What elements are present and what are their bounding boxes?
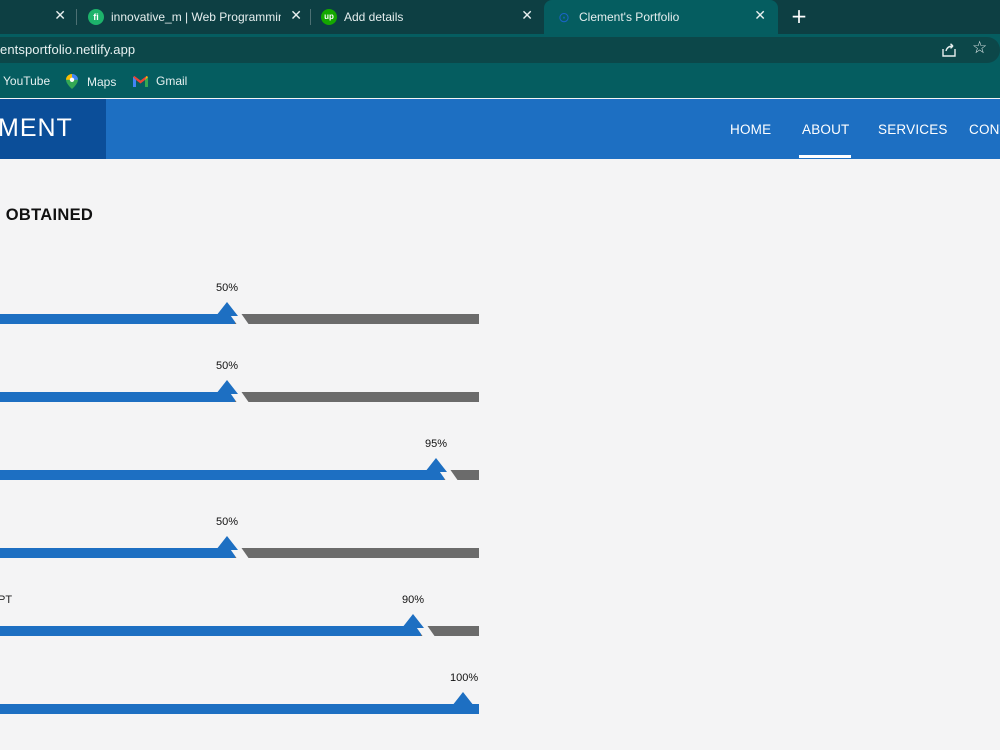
skill-fill — [0, 548, 235, 558]
skill-marker-triangle — [402, 614, 424, 628]
skill-fill — [0, 470, 444, 480]
portfolio-favicon-icon: ⊙ — [558, 9, 570, 25]
skill-marker-triangle — [216, 536, 238, 550]
bookmark-maps-label: Maps — [87, 74, 117, 89]
nav-active-underline — [799, 155, 851, 158]
tab-clements-portfolio[interactable]: ⊙ Clement's Portfolio ✕ — [544, 0, 778, 34]
bookmark-youtube-label: YouTube — [3, 74, 51, 88]
bookmarks-bar: YouTube Maps Gmail — [0, 65, 1000, 98]
skill-bar: 100% — [0, 672, 480, 720]
nav-home[interactable]: HOME — [730, 122, 771, 137]
skill-bar: 50% — [0, 360, 480, 408]
skill-fill — [0, 314, 235, 324]
skill-bar: 50% — [0, 282, 480, 330]
maps-pin-icon — [66, 74, 78, 89]
tab-innovative[interactable]: fi innovative_m | Web Programming ✕ — [88, 0, 310, 34]
browser-tab-bar: ✕ fi innovative_m | Web Programming ✕ up… — [0, 0, 1000, 34]
omnibox[interactable]: entsportfolio.netlify.app ☆ — [0, 37, 1000, 63]
skill-marker-triangle — [216, 302, 238, 316]
tab-innovative-label: innovative_m | Web Programming — [111, 10, 281, 24]
tab-separator — [310, 9, 311, 25]
share-icon[interactable] — [941, 43, 957, 57]
skill-bar: 50% — [0, 516, 480, 564]
skill-fill — [0, 392, 235, 402]
skill-bar: 90% PT — [0, 594, 480, 642]
skill-bar: 95% — [0, 438, 480, 486]
bookmark-gmail-label: Gmail — [156, 74, 188, 88]
skill-marker-triangle — [216, 380, 238, 394]
logo-box[interactable]: MENT — [0, 99, 106, 159]
site-logo[interactable]: MENT — [0, 114, 73, 143]
fiverr-icon: fi — [88, 9, 104, 25]
nav-contact[interactable]: CONT — [969, 122, 1000, 137]
gmail-icon — [133, 75, 148, 87]
tab-clements-portfolio-close-icon[interactable]: ✕ — [754, 7, 766, 24]
tab-clements-portfolio-label: Clement's Portfolio — [579, 10, 680, 24]
address-bar-strip: entsportfolio.netlify.app ☆ — [0, 34, 1000, 65]
tab-0-close-icon[interactable]: ✕ — [54, 7, 66, 24]
url-text[interactable]: entsportfolio.netlify.app — [0, 42, 135, 57]
skill-name: PT — [0, 594, 13, 606]
skill-percent-label: 50% — [216, 282, 239, 294]
nav-about[interactable]: ABOUT — [802, 122, 850, 137]
new-tab-plus-icon[interactable]: + — [788, 4, 810, 28]
skill-percent-label: 50% — [216, 516, 239, 528]
site-header: MENT HOME ABOUT SERVICES CONT — [0, 99, 1000, 159]
skill-marker-triangle — [425, 458, 447, 472]
tab-add-details[interactable]: up Add details ✕ — [321, 0, 543, 34]
nav-services[interactable]: SERVICES — [878, 122, 948, 137]
skill-percent-label: 90% — [402, 594, 425, 606]
skill-percent-label: 100% — [450, 672, 479, 684]
bookmark-star-icon[interactable]: ☆ — [972, 38, 987, 58]
skill-marker-triangle — [452, 692, 474, 706]
tab-add-details-close-icon[interactable]: ✕ — [521, 7, 533, 24]
skill-fill — [0, 704, 479, 714]
tab-separator — [76, 9, 77, 25]
tab-0[interactable]: ✕ — [0, 0, 76, 34]
tab-add-details-label: Add details — [344, 10, 404, 24]
skill-fill — [0, 626, 421, 636]
skill-percent-label: 50% — [216, 360, 239, 372]
tab-innovative-close-icon[interactable]: ✕ — [290, 7, 302, 24]
skill-percent-label: 95% — [425, 438, 448, 450]
bookmark-maps[interactable]: Maps — [66, 74, 116, 89]
bookmark-gmail[interactable]: Gmail — [133, 74, 187, 88]
upwork-icon: up — [321, 9, 337, 25]
section-title: I OBTAINED — [0, 206, 94, 224]
bookmark-youtube[interactable]: YouTube — [3, 74, 50, 88]
